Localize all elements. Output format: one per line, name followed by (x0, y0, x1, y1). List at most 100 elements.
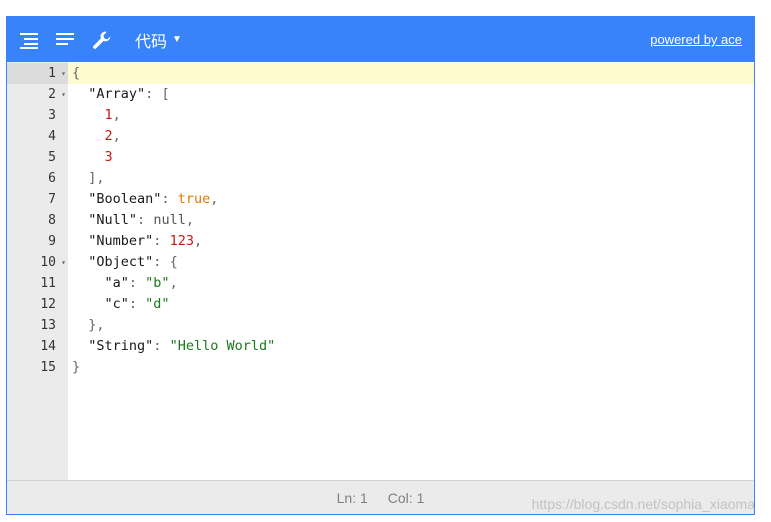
code-token: "Number" (88, 233, 154, 249)
code-token: 2 (104, 128, 113, 144)
code-line: 2, (68, 126, 754, 147)
code-token: null (153, 212, 186, 228)
code-token: "String" (88, 338, 154, 354)
code-line: "String": "Hello World" (68, 336, 754, 357)
line-number-text: 9 (48, 234, 56, 249)
code-line: { (68, 63, 754, 84)
line-indicator: Ln: 1 (336, 489, 368, 506)
line-number-text: 10 (40, 255, 56, 270)
code-token: "d" (145, 296, 170, 312)
code-line: "Array": [ (68, 84, 754, 105)
line-number-text: 11 (40, 276, 56, 291)
line-number: 8 (7, 210, 68, 231)
format-button[interactable] (15, 25, 45, 55)
line-number: 1 ▾ (7, 63, 68, 84)
line-number-text: 4 (48, 129, 56, 144)
code-token: : (161, 191, 178, 207)
line-number-text: 14 (40, 339, 56, 354)
code-token: { (72, 65, 81, 81)
code-token: "a" (104, 275, 129, 291)
line-number-text: 6 (48, 171, 56, 186)
compact-icon (56, 32, 74, 45)
code-token: 1 (104, 107, 113, 123)
code-token: , (185, 212, 194, 228)
line-number: 12 (7, 294, 68, 315)
code-token: : (128, 296, 146, 312)
wrench-icon (93, 31, 111, 49)
line-number-text: 13 (40, 318, 56, 333)
code-token: , (112, 128, 121, 144)
code-token: : (153, 233, 170, 249)
code-token: , (210, 191, 219, 207)
fold-toggle-icon[interactable]: ▾ (61, 252, 66, 273)
editor-body: 1 ▾ 2 ▾ 3 4 5 6 7 8 9 10 ▾ 11 12 13 14 15 { "Array": [ 1,… (7, 62, 754, 480)
code-token: { (169, 254, 178, 270)
line-number-text: 1 (48, 66, 56, 81)
line-number-text: 15 (40, 360, 56, 375)
code-line: "a": "b", (68, 273, 754, 294)
code-token: "Object" (88, 254, 154, 270)
code-line: "Null": null, (68, 210, 754, 231)
fold-toggle-icon[interactable]: ▾ (61, 84, 66, 105)
line-number: 14 (7, 336, 68, 357)
code-token: "b" (145, 275, 170, 291)
code-token: : (153, 254, 170, 270)
code-line: "Number": 123, (68, 231, 754, 252)
line-number: 9 (7, 231, 68, 252)
line-number: 3 (7, 105, 68, 126)
code-area[interactable]: { "Array": [ 1, 2, 3 ], "Boolean": true,… (68, 62, 754, 480)
line-number-text: 3 (48, 108, 56, 123)
code-token: } (72, 359, 81, 375)
fold-toggle-icon[interactable]: ▾ (61, 63, 66, 84)
code-token: "Array" (88, 86, 146, 102)
code-token: , (112, 107, 121, 123)
code-line: ], (68, 168, 754, 189)
code-token: "c" (104, 296, 129, 312)
code-token: 123 (169, 233, 194, 249)
line-number-text: 5 (48, 150, 56, 165)
code-line: "Object": { (68, 252, 754, 273)
code-token: "Boolean" (88, 191, 162, 207)
code-token: , (96, 170, 105, 186)
line-number: 4 (7, 126, 68, 147)
mode-select[interactable]: 代码 ▼ (135, 28, 182, 52)
caret-down-icon: ▼ (172, 34, 182, 45)
compact-button[interactable] (51, 25, 81, 55)
line-number-gutter[interactable]: 1 ▾ 2 ▾ 3 4 5 6 7 8 9 10 ▾ 11 12 13 14 15 (7, 62, 68, 480)
line-number-text: 8 (48, 213, 56, 228)
code-token: , (96, 317, 105, 333)
line-number-text: 7 (48, 192, 56, 207)
line-number: 11 (7, 273, 68, 294)
code-token: [ (161, 86, 170, 102)
code-token: , (193, 233, 203, 249)
code-line: 3 (68, 147, 754, 168)
code-line: "c": "d" (68, 294, 754, 315)
code-token: "Null" (88, 212, 138, 228)
mode-label: 代码 (135, 33, 168, 51)
code-line: "Boolean": true, (68, 189, 754, 210)
line-number: 10 ▾ (7, 252, 68, 273)
menu-bar: 代码 ▼ powered by ace (7, 17, 754, 62)
code-token: , (169, 275, 178, 291)
line-number: 6 (7, 168, 68, 189)
line-number: 2 ▾ (7, 84, 68, 105)
line-number-text: 12 (40, 297, 56, 312)
line-number: 15 (7, 357, 68, 378)
line-number: 7 (7, 189, 68, 210)
line-number-text: 2 (48, 87, 56, 102)
code-token: : (145, 86, 162, 102)
line-number: 5 (7, 147, 68, 168)
powered-by-ace-link[interactable]: powered by ace (650, 32, 742, 47)
repair-button[interactable] (87, 25, 117, 55)
code-token: true (177, 191, 211, 207)
code-line: }, (68, 315, 754, 336)
column-indicator: Col: 1 (387, 489, 425, 506)
